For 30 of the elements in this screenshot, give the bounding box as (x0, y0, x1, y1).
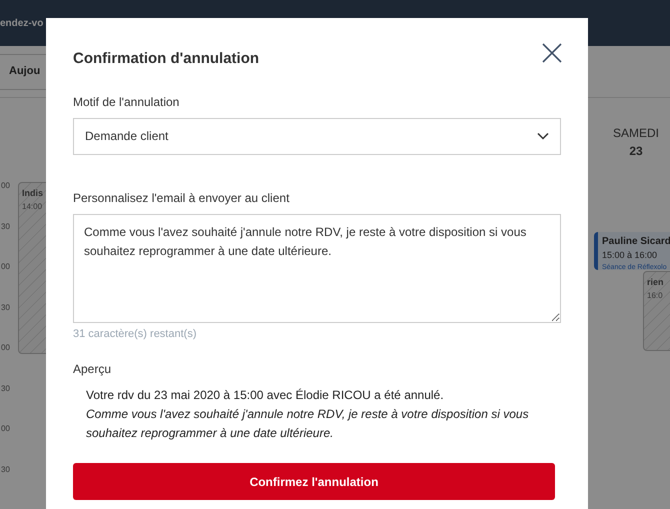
time-label: 30 (1, 464, 10, 476)
unavailable-card[interactable]: rien 16:0 (643, 271, 670, 351)
page-title: endez-vo (0, 16, 44, 30)
reason-select[interactable]: Demande client (73, 118, 561, 154)
preview-message: Comme vous l'avez souhaité j'annule notre RDV, je reste à votre disposition si vous souhaitez reprogrammer à une date ultérieure. (86, 406, 530, 442)
chevron-down-icon (537, 132, 549, 140)
time-label: 00 (1, 423, 10, 435)
character-counter: 31 caractère(s) restant(s) (73, 326, 198, 342)
time-label: 30 (1, 302, 10, 314)
event-time: 14:00 (22, 200, 44, 212)
event-title: Pauline Sicard (602, 235, 670, 249)
email-field[interactable]: Comme vous l'avez souhaité j'annule notre RDV, je reste à votre disposition si vous souhaitez reprogrammer à une date ultérieure. (73, 214, 561, 322)
event-title: rien (647, 276, 665, 289)
event-time: 16:0 (647, 290, 664, 302)
modal-title: Confirmation d'annulation (73, 49, 260, 69)
field-label: Personnalisez l'email à envoyer au client (73, 190, 290, 206)
confirm-button[interactable]: Confirmez l'annulation (73, 463, 555, 500)
time-label: 00 (1, 180, 10, 192)
day-number: 23 (628, 143, 644, 160)
close-icon[interactable] (542, 43, 562, 64)
event-title: Indis (22, 187, 44, 200)
field-label: Motif de l'annulation (73, 94, 180, 110)
time-label: 30 (1, 220, 10, 232)
event-time: 15:00 à 16:00 (602, 249, 658, 262)
preview-label: Aperçu (73, 361, 112, 378)
time-label: 00 (1, 261, 10, 273)
preview-text: Votre rdv du 23 mai 2020 à 15:00 avec Élodie RICOU a été annulé. (86, 387, 445, 404)
time-label: 30 (1, 382, 10, 394)
time-label: 00 (1, 342, 10, 354)
day-name: SAMEDI (612, 125, 660, 142)
